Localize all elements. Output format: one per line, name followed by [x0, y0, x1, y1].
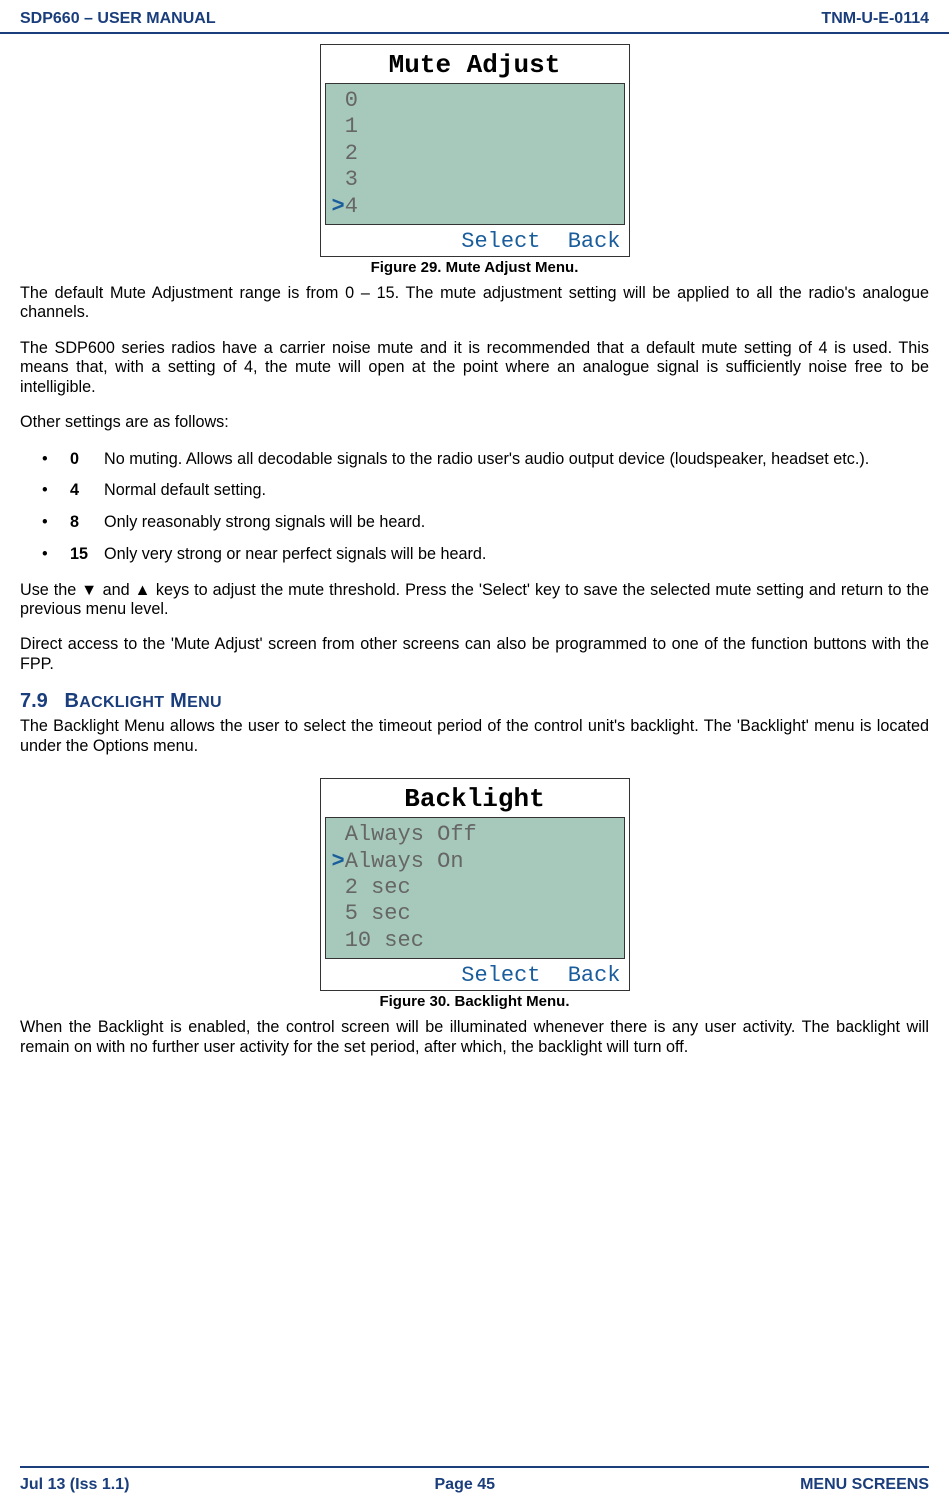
menu-item[interactable]: 10 sec: [332, 928, 618, 954]
page-footer: Jul 13 (Iss 1.1) Page 45 MENU SCREENS: [20, 1466, 929, 1494]
setting-value: 0: [70, 449, 104, 470]
mute-adjust-footer: Select Back: [325, 227, 625, 254]
section-title: BACKLIGHT MENU: [64, 690, 221, 712]
setting-description: Only very strong or near perfect signals…: [104, 544, 929, 565]
cursor-icon: >: [332, 849, 345, 874]
backlight-footer: Select Back: [325, 961, 625, 988]
bullet-icon: •: [42, 544, 70, 565]
back-softkey[interactable]: Back: [568, 229, 621, 254]
setting-value: 8: [70, 512, 104, 533]
footer-left: Jul 13 (Iss 1.1): [20, 1476, 129, 1494]
paragraph-backlight-enabled: When the Backlight is enabled, the contr…: [20, 1018, 929, 1057]
paragraph-default-range: The default Mute Adjustment range is fro…: [20, 284, 929, 323]
menu-item-label: 2: [345, 141, 358, 166]
cursor-icon: [332, 167, 345, 192]
cursor-icon: [332, 875, 345, 900]
backlight-list: Always Off>Always On 2 sec 5 sec 10 sec: [325, 817, 625, 959]
backlight-title: Backlight: [325, 781, 625, 817]
cursor-icon: [332, 114, 345, 139]
menu-item[interactable]: 0: [332, 88, 618, 114]
setting-value: 4: [70, 480, 104, 501]
menu-item[interactable]: 5 sec: [332, 901, 618, 927]
mute-adjust-menu: Mute Adjust 0 1 2 3>4 Select Back: [320, 44, 630, 257]
page-content: Mute Adjust 0 1 2 3>4 Select Back Figure…: [0, 34, 949, 1057]
select-softkey[interactable]: Select: [461, 229, 540, 254]
settings-bullet-list: •0No muting. Allows all decodable signal…: [42, 449, 929, 565]
menu-item[interactable]: 1: [332, 114, 618, 140]
cursor-icon: [332, 141, 345, 166]
menu-item-label: 3: [345, 167, 358, 192]
backlight-menu: Backlight Always Off>Always On 2 sec 5 s…: [320, 778, 630, 991]
paragraph-other-settings: Other settings are as follows:: [20, 413, 929, 432]
menu-item-label: 2 sec: [345, 875, 411, 900]
menu-item[interactable]: Always Off: [332, 822, 618, 848]
menu-item[interactable]: 3: [332, 167, 618, 193]
list-item: •15Only very strong or near perfect sign…: [42, 544, 929, 565]
menu-item[interactable]: 2 sec: [332, 875, 618, 901]
cursor-icon: [332, 88, 345, 113]
menu-item[interactable]: >Always On: [332, 849, 618, 875]
figure-29-caption: Figure 29. Mute Adjust Menu.: [20, 259, 929, 276]
list-item: •4Normal default setting.: [42, 480, 929, 501]
menu-item-label: 10 sec: [345, 928, 424, 953]
figure-30-caption: Figure 30. Backlight Menu.: [20, 993, 929, 1010]
section-number: 7.9: [20, 690, 48, 712]
menu-item-label: 0: [345, 88, 358, 113]
setting-description: Only reasonably strong signals will be h…: [104, 512, 929, 533]
menu-item[interactable]: 2: [332, 141, 618, 167]
back-softkey[interactable]: Back: [568, 963, 621, 988]
menu-item-label: 4: [345, 194, 358, 219]
header-left: SDP660 – USER MANUAL: [20, 10, 216, 28]
cursor-icon: [332, 928, 345, 953]
paragraph-backlight-intro: The Backlight Menu allows the user to se…: [20, 717, 929, 756]
mute-adjust-title: Mute Adjust: [325, 47, 625, 83]
bullet-icon: •: [42, 449, 70, 470]
menu-item-label: Always Off: [345, 822, 477, 847]
bullet-icon: •: [42, 480, 70, 501]
menu-item-label: Always On: [345, 849, 464, 874]
paragraph-carrier-noise: The SDP600 series radios have a carrier …: [20, 339, 929, 397]
mute-adjust-list: 0 1 2 3>4: [325, 83, 625, 225]
cursor-icon: [332, 901, 345, 926]
setting-description: No muting. Allows all decodable signals …: [104, 449, 929, 470]
cursor-icon: [332, 822, 345, 847]
paragraph-use-keys: Use the ▼ and ▲ keys to adjust the mute …: [20, 581, 929, 620]
menu-item[interactable]: >4: [332, 194, 618, 220]
list-item: •0No muting. Allows all decodable signal…: [42, 449, 929, 470]
bullet-icon: •: [42, 512, 70, 533]
header-right: TNM-U-E-0114: [821, 10, 929, 28]
section-7-9-heading: 7.9 BACKLIGHT MENU: [20, 690, 929, 713]
menu-item-label: 5 sec: [345, 901, 411, 926]
page-header: SDP660 – USER MANUAL TNM-U-E-0114: [0, 0, 949, 34]
footer-right: MENU SCREENS: [800, 1476, 929, 1494]
menu-item-label: 1: [345, 114, 358, 139]
setting-description: Normal default setting.: [104, 480, 929, 501]
setting-value: 15: [70, 544, 104, 565]
list-item: •8Only reasonably strong signals will be…: [42, 512, 929, 533]
cursor-icon: >: [332, 194, 345, 219]
select-softkey[interactable]: Select: [461, 963, 540, 988]
footer-center: Page 45: [435, 1476, 495, 1494]
paragraph-direct-access: Direct access to the 'Mute Adjust' scree…: [20, 635, 929, 674]
